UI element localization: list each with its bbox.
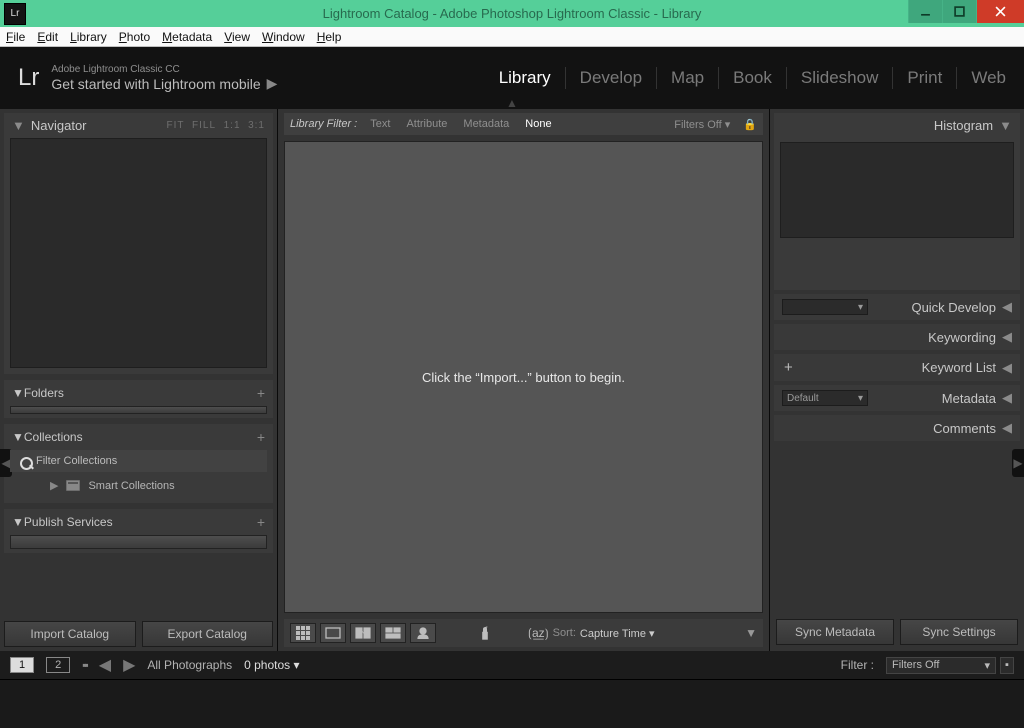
maximize-button[interactable] [942, 0, 976, 23]
menu-file[interactable]: File [6, 30, 25, 44]
filter-preset-select[interactable]: Filters Off ▾ [671, 117, 733, 132]
module-library[interactable]: Library [499, 68, 551, 88]
filter-lock-icon[interactable]: 🔒 [743, 118, 757, 131]
nav-forward-icon[interactable]: ▶ [123, 655, 135, 675]
painter-tool-button[interactable] [472, 623, 498, 643]
filmstrip[interactable] [0, 679, 1024, 728]
survey-view-button[interactable] [380, 623, 406, 643]
navigator-preview [10, 138, 267, 368]
menubar: File Edit Library Photo Metadata View Wi… [0, 27, 1024, 47]
module-print[interactable]: Print [907, 68, 942, 88]
histogram-panel: Histogram▼ [774, 113, 1020, 290]
filter-metadata[interactable]: Metadata [460, 117, 512, 131]
second-window-button[interactable]: 2 [46, 657, 70, 673]
quick-develop-panel[interactable]: ▾ Quick Develop◀ [774, 294, 1020, 320]
module-picker: Library Develop Map Book Slideshow Print… [499, 67, 1006, 89]
filter-none[interactable]: None [522, 117, 554, 131]
volume-bar[interactable] [10, 406, 267, 414]
menu-library[interactable]: Library [70, 30, 107, 44]
keyword-list-panel[interactable]: +Keyword List◀ [774, 354, 1020, 381]
filter-attribute[interactable]: Attribute [403, 117, 450, 131]
folders-panel[interactable]: ▼Folders+ [4, 380, 273, 418]
navigator-fit[interactable]: FIT [166, 120, 184, 131]
collapse-top-icon[interactable]: ▲ [506, 96, 518, 110]
sort-direction-button[interactable]: ⟮a͟z⟯ [528, 626, 549, 641]
collections-add-icon[interactable]: + [257, 429, 265, 445]
module-web[interactable]: Web [971, 68, 1006, 88]
app-icon: Lr [4, 3, 26, 25]
collections-panel: ▼Collections+ Filter Collections ▶ Smart… [4, 424, 273, 503]
lightroom-mobile-cta[interactable]: Get started with Lightroom mobile▶ [51, 75, 277, 92]
window-titlebar: Lr Lightroom Catalog - Adobe Photoshop L… [0, 0, 1024, 27]
publish-add-icon[interactable]: + [257, 514, 265, 530]
library-filter-label: Library Filter : [290, 118, 357, 130]
filmstrip-filter-select[interactable]: Filters Off▾ [886, 657, 996, 674]
lightroom-logo: Lr [18, 64, 39, 92]
module-slideshow[interactable]: Slideshow [801, 68, 879, 88]
compare-view-button[interactable]: XY [350, 623, 376, 643]
histogram-body [780, 142, 1014, 238]
main-window-button[interactable]: 1 [10, 657, 34, 673]
keywording-panel[interactable]: Keywording◀ [774, 324, 1020, 350]
menu-metadata[interactable]: Metadata [162, 30, 212, 44]
right-panel-group: Histogram▼ ▾ Quick Develop◀ Keywording◀ … [770, 109, 1024, 651]
navigator-panel: ▼Navigator FIT FILL 1:1 3:1 [4, 113, 273, 374]
folders-add-icon[interactable]: + [257, 385, 265, 401]
filmstrip-toolbar: 1 2 ▪▪ ◀ ▶ All Photographs 0 photos ▾ Fi… [0, 651, 1024, 679]
center-toolbar: XY ⟮a͟z⟯ Sort: Capture Time ▾ ▼ [284, 619, 763, 647]
filmstrip-filter-lock-icon[interactable]: ▪ [1000, 657, 1014, 674]
left-panel-group: ▼Navigator FIT FILL 1:1 3:1 ▼Folders+ ▼C… [0, 109, 278, 651]
sort-label: Sort: [553, 627, 576, 639]
people-view-button[interactable] [410, 623, 436, 643]
grid-toggle-icon[interactable]: ▪▪ [82, 658, 87, 672]
menu-view[interactable]: View [224, 30, 250, 44]
library-filter-bar: Library Filter : Text Attribute Metadata… [284, 113, 763, 135]
center-area: Library Filter : Text Attribute Metadata… [278, 109, 770, 651]
box-icon [66, 480, 80, 491]
histogram-toggle-icon[interactable]: ▼ [999, 118, 1012, 133]
export-catalog-button[interactable]: Export Catalog [142, 621, 274, 647]
menu-help[interactable]: Help [317, 30, 342, 44]
minimize-button[interactable] [908, 0, 942, 23]
filmstrip-filter-label: Filter : [841, 658, 874, 672]
navigator-fill[interactable]: FILL [192, 120, 216, 131]
module-develop[interactable]: Develop [580, 68, 642, 88]
product-name: Adobe Lightroom Classic CC [51, 64, 277, 75]
collapse-right-icon[interactable]: ▶ [1012, 449, 1024, 477]
quick-develop-preset-select[interactable]: ▾ [782, 299, 868, 315]
filter-text[interactable]: Text [367, 117, 393, 131]
navigator-title: Navigator [31, 118, 87, 133]
metadata-panel[interactable]: Default▾Metadata◀ [774, 385, 1020, 411]
comments-panel[interactable]: Comments◀ [774, 415, 1020, 441]
add-keyword-icon[interactable]: + [784, 359, 793, 376]
empty-grid-message: Click the “Import...” button to begin. [422, 370, 625, 385]
filter-collections-input[interactable]: Filter Collections [10, 450, 267, 472]
loupe-view-button[interactable] [320, 623, 346, 643]
menu-window[interactable]: Window [262, 30, 305, 44]
metadata-preset-select[interactable]: Default▾ [782, 390, 868, 406]
import-catalog-button[interactable]: Import Catalog [4, 621, 136, 647]
grid-view: Click the “Import...” button to begin. [284, 141, 763, 613]
module-book[interactable]: Book [733, 68, 772, 88]
publish-item-bar[interactable] [10, 535, 267, 549]
smart-collections-item[interactable]: ▶ Smart Collections [10, 474, 267, 497]
photo-count[interactable]: 0 photos ▾ [244, 658, 299, 672]
navigator-31[interactable]: 3:1 [248, 120, 265, 131]
navigator-11[interactable]: 1:1 [224, 120, 241, 131]
source-label[interactable]: All Photographs [147, 658, 232, 672]
sync-metadata-button[interactable]: Sync Metadata [776, 619, 894, 645]
sort-value-select[interactable]: Capture Time ▾ [580, 627, 655, 640]
module-picker-bar: Lr Adobe Lightroom Classic CC Get starte… [0, 47, 1024, 109]
grid-view-button[interactable] [290, 623, 316, 643]
nav-back-icon[interactable]: ◀ [99, 655, 111, 675]
svg-text:XY: XY [357, 631, 367, 638]
sync-settings-button[interactable]: Sync Settings [900, 619, 1018, 645]
menu-photo[interactable]: Photo [119, 30, 150, 44]
close-button[interactable] [976, 0, 1024, 23]
module-map[interactable]: Map [671, 68, 704, 88]
publish-services-panel[interactable]: ▼Publish Services+ [4, 509, 273, 553]
window-title: Lightroom Catalog - Adobe Photoshop Ligh… [0, 6, 1024, 21]
toolbar-menu-icon[interactable]: ▼ [745, 626, 757, 640]
menu-edit[interactable]: Edit [37, 30, 58, 44]
